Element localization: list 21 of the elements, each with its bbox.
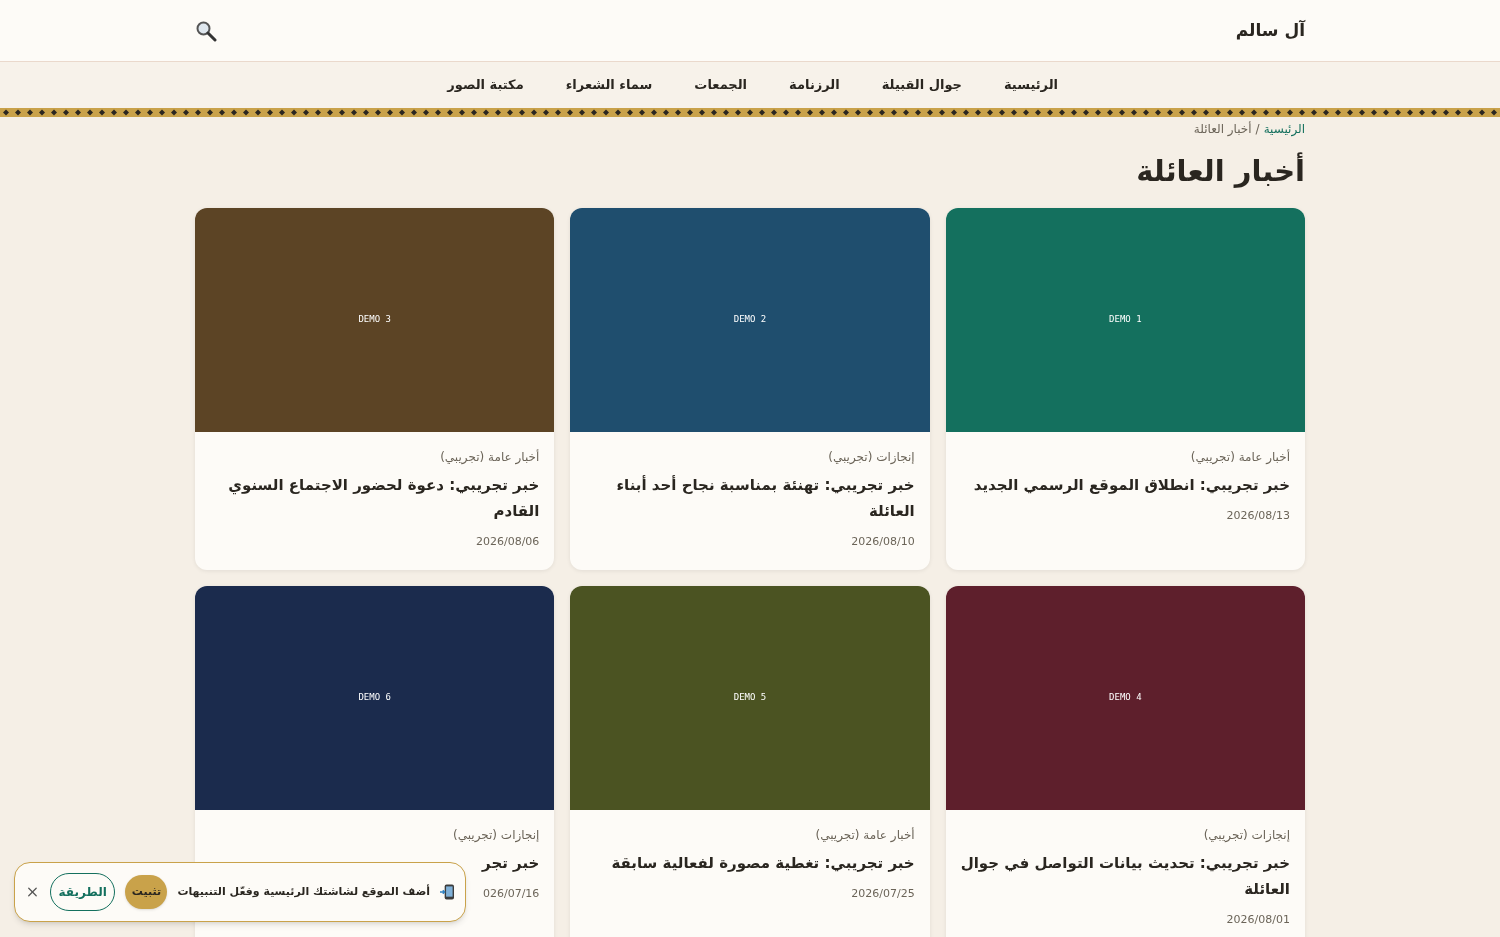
news-category: أخبار عامة (تجريبي) [815,826,915,844]
news-category: إنجازات (تجريبي) [453,827,540,844]
news-date: 2026/08/13 [1226,507,1290,524]
breadcrumb-current: أخبار العائلة [1193,120,1252,138]
news-date: 026/07/16 [482,886,540,902]
news-date: 2026/08/01 [1226,912,1290,928]
news-date: 2026/08/10 [851,533,915,550]
image-label: DEMO 6 [358,691,391,705]
image-label: DEMO 4 [1109,691,1142,705]
news-category: أخبار عامة (تجريبي) [1190,448,1290,466]
image-label: DEMO 3 [358,312,391,326]
image-label: DEMO 2 [733,312,767,326]
page-title: أخبار العائلة [1135,151,1305,190]
image-label: DEMO 5 [733,691,767,705]
news-date: 2026/07/25 [851,886,915,902]
news-category: أخبار عامة (تجريبي) [440,448,540,466]
news-category: إنجازات (تجريبي) [1203,827,1290,844]
breadcrumb-separator: / [1255,121,1260,138]
news-date: 2026/08/06 [475,533,540,550]
news-category: إنجازات (تجريبي) [828,448,915,466]
image-label: DEMO 1 [1109,312,1142,326]
